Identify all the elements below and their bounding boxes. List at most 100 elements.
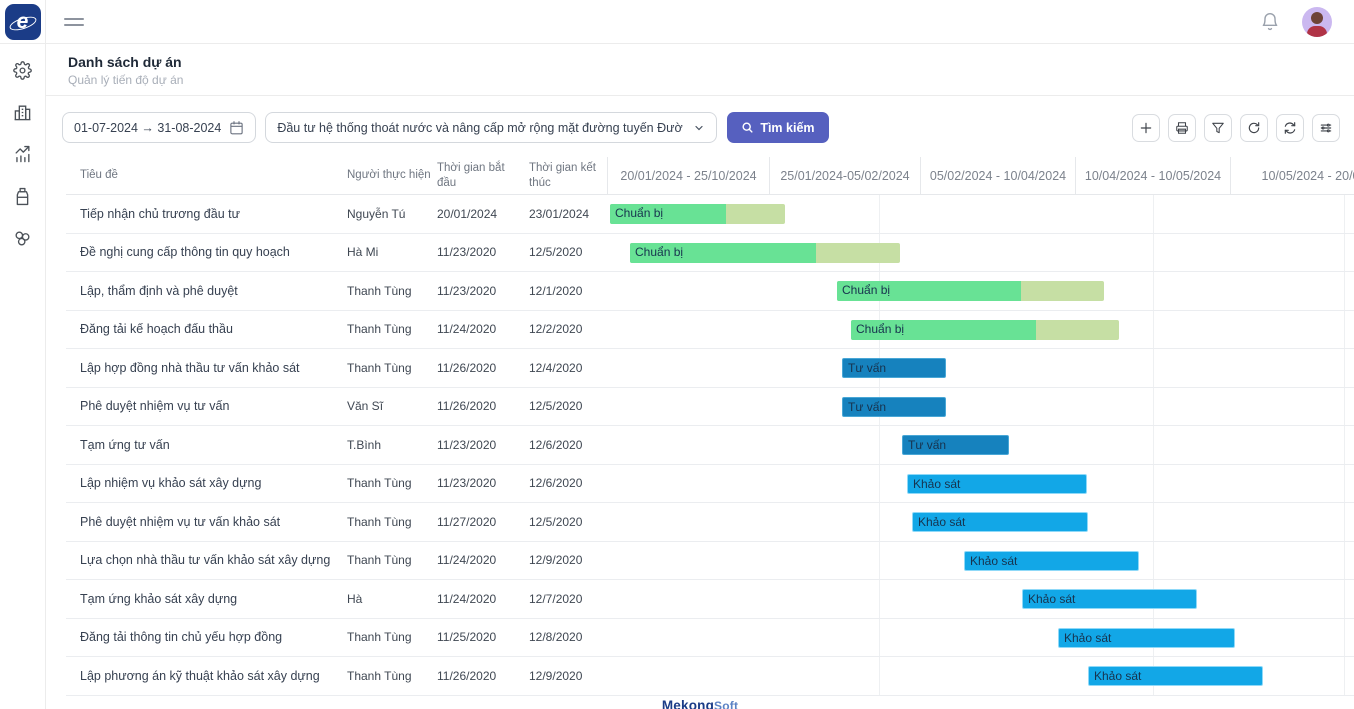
task-title: Lập phương án kỹ thuật khảo sát xây dựng bbox=[66, 657, 347, 695]
gantt-row-cell: Chuẩn bị bbox=[607, 234, 1354, 272]
settings-gear-icon[interactable] bbox=[13, 60, 33, 80]
task-title: Lập nhiệm vụ khảo sát xây dựng bbox=[66, 465, 347, 503]
table-row[interactable]: Tạm ứng khảo sát xây dựng Hà 11/24/2020 … bbox=[66, 580, 1354, 619]
gantt-bar-label: Tư vấn bbox=[848, 359, 886, 378]
gantt-bar-label: Khảo sát bbox=[918, 513, 965, 532]
gantt-table: Tiêu đề Người thực hiện Thời gian bắt đầ… bbox=[66, 157, 1354, 696]
gantt-row-cell: Khảo sát bbox=[607, 580, 1354, 618]
gantt-row-cell: Khảo sát bbox=[607, 657, 1354, 695]
table-row[interactable]: Lập phương án kỹ thuật khảo sát xây dựng… bbox=[66, 657, 1354, 696]
task-title: Lập, thẩm định và phê duyệt bbox=[66, 272, 347, 310]
task-title: Tạm ứng tư vấn bbox=[66, 426, 347, 464]
task-start-date: 11/24/2020 bbox=[437, 542, 529, 580]
gantt-bar[interactable]: Chuẩn bị bbox=[837, 281, 1104, 301]
gantt-bar[interactable]: Khảo sát bbox=[1022, 589, 1197, 609]
table-row[interactable]: Lựa chọn nhà thầu tư vấn khảo sát xây dự… bbox=[66, 542, 1354, 581]
task-title: Tiếp nhận chủ trương đầu tư bbox=[66, 195, 347, 233]
analytics-trend-icon[interactable] bbox=[13, 144, 33, 164]
task-title: Phê duyệt nhiệm vụ tư vấn bbox=[66, 388, 347, 426]
column-header-end[interactable]: Thời gian kết thúc bbox=[529, 157, 607, 194]
gantt-bar[interactable]: Chuẩn bị bbox=[630, 243, 900, 263]
search-icon bbox=[741, 121, 754, 134]
task-start-date: 11/23/2020 bbox=[437, 465, 529, 503]
gantt-row-cell: Chuẩn bị bbox=[607, 311, 1354, 349]
print-button[interactable] bbox=[1168, 114, 1196, 142]
gantt-bar[interactable]: Tư vấn bbox=[842, 397, 946, 417]
table-row[interactable]: Đăng tải kế hoạch đấu thầu Thanh Tùng 11… bbox=[66, 311, 1354, 350]
gantt-row-cell: Khảo sát bbox=[607, 503, 1354, 541]
task-end-date: 12/9/2020 bbox=[529, 542, 607, 580]
timeline-header: 20/01/2024 - 25/10/202425/01/2024-05/02/… bbox=[607, 157, 1354, 194]
column-header-title[interactable]: Tiêu đề bbox=[66, 157, 347, 194]
filter-funnel-button[interactable] bbox=[1204, 114, 1232, 142]
column-header-assignee[interactable]: Người thực hiện bbox=[347, 157, 437, 194]
task-end-date: 12/9/2020 bbox=[529, 657, 607, 695]
task-end-date: 12/4/2020 bbox=[529, 349, 607, 387]
menu-toggle-icon[interactable] bbox=[64, 14, 84, 30]
gantt-bar-label: Chuẩn bị bbox=[615, 204, 663, 223]
gantt-bar-label: Chuẩn bị bbox=[635, 243, 683, 262]
app-logo[interactable]: e bbox=[0, 0, 46, 44]
gantt-bar[interactable]: Khảo sát bbox=[912, 512, 1088, 532]
refresh-button[interactable] bbox=[1240, 114, 1268, 142]
task-start-date: 11/23/2020 bbox=[437, 426, 529, 464]
task-end-date: 12/5/2020 bbox=[529, 388, 607, 426]
task-end-date: 12/7/2020 bbox=[529, 580, 607, 618]
table-row[interactable]: Phê duyệt nhiệm vụ tư vấn khảo sát Thanh… bbox=[66, 503, 1354, 542]
topbar: e bbox=[0, 0, 1354, 44]
gantt-bar[interactable]: Chuẩn bị bbox=[851, 320, 1119, 340]
add-button[interactable] bbox=[1132, 114, 1160, 142]
gantt-bar[interactable]: Chuẩn bị bbox=[610, 204, 785, 224]
task-title: Tạm ứng khảo sát xây dựng bbox=[66, 580, 347, 618]
task-title: Đề nghị cung cấp thông tin quy hoạch bbox=[66, 234, 347, 272]
task-assignee: Thanh Tùng bbox=[347, 349, 437, 387]
inventory-jar-icon[interactable] bbox=[13, 186, 33, 206]
date-range-input[interactable]: 01-07-2024 → 31-08-2024 bbox=[62, 112, 256, 143]
mekongsoft-logo-icon: e bbox=[5, 4, 41, 40]
table-header-row: Tiêu đề Người thực hiện Thời gian bắt đầ… bbox=[66, 157, 1354, 195]
task-start-date: 11/25/2020 bbox=[437, 619, 529, 657]
task-title: Lập hợp đồng nhà thầu tư vấn khảo sát bbox=[66, 349, 347, 387]
table-row[interactable]: Phê duyệt nhiệm vụ tư vấn Văn Sĩ 11/26/2… bbox=[66, 388, 1354, 427]
task-end-date: 12/8/2020 bbox=[529, 619, 607, 657]
gantt-bar[interactable]: Khảo sát bbox=[964, 551, 1139, 571]
calendar-icon bbox=[229, 120, 244, 135]
gantt-row-cell: Tư vấn bbox=[607, 426, 1354, 464]
table-row[interactable]: Lập nhiệm vụ khảo sát xây dựng Thanh Tùn… bbox=[66, 465, 1354, 504]
sync-button[interactable] bbox=[1276, 114, 1304, 142]
table-row[interactable]: Tạm ứng tư vấn T.Bình 11/23/2020 12/6/20… bbox=[66, 426, 1354, 465]
task-end-date: 23/01/2024 bbox=[529, 195, 607, 233]
search-button[interactable]: Tìm kiếm bbox=[727, 112, 828, 143]
task-end-date: 12/5/2020 bbox=[529, 234, 607, 272]
user-avatar[interactable] bbox=[1302, 7, 1332, 37]
task-end-date: 12/6/2020 bbox=[529, 426, 607, 464]
table-row[interactable]: Đề nghị cung cấp thông tin quy hoạch Hà … bbox=[66, 234, 1354, 273]
task-assignee: Thanh Tùng bbox=[347, 542, 437, 580]
group-circles-icon[interactable] bbox=[13, 228, 33, 248]
gantt-bar[interactable]: Khảo sát bbox=[1058, 628, 1235, 648]
table-row[interactable]: Lập hợp đồng nhà thầu tư vấn khảo sát Th… bbox=[66, 349, 1354, 388]
table-row[interactable]: Tiếp nhận chủ trương đầu tư Nguyễn Tú 20… bbox=[66, 195, 1354, 234]
task-start-date: 11/26/2020 bbox=[437, 349, 529, 387]
table-body: Tiếp nhận chủ trương đầu tư Nguyễn Tú 20… bbox=[66, 195, 1354, 696]
company-buildings-icon[interactable] bbox=[13, 102, 33, 122]
gantt-bar-label: Tư vấn bbox=[848, 398, 886, 417]
gantt-row-cell: Khảo sát bbox=[607, 619, 1354, 657]
gantt-row-cell: Khảo sát bbox=[607, 542, 1354, 580]
task-assignee: Hà bbox=[347, 580, 437, 618]
table-row[interactable]: Lập, thẩm định và phê duyệt Thanh Tùng 1… bbox=[66, 272, 1354, 311]
page-header: Danh sách dự án Quản lý tiến độ dự án bbox=[46, 44, 1354, 96]
column-settings-button[interactable] bbox=[1312, 114, 1340, 142]
gantt-bar[interactable]: Tư vấn bbox=[902, 435, 1009, 455]
notifications-bell-icon[interactable] bbox=[1260, 12, 1280, 32]
gantt-bar[interactable]: Khảo sát bbox=[1088, 666, 1263, 686]
task-assignee: Thanh Tùng bbox=[347, 619, 437, 657]
task-title: Phê duyệt nhiệm vụ tư vấn khảo sát bbox=[66, 503, 347, 541]
gantt-bar-label: Khảo sát bbox=[1094, 667, 1141, 686]
gantt-bar[interactable]: Tư vấn bbox=[842, 358, 946, 378]
table-row[interactable]: Đăng tải thông tin chủ yếu hợp đồng Than… bbox=[66, 619, 1354, 658]
task-assignee: Văn Sĩ bbox=[347, 388, 437, 426]
column-header-start[interactable]: Thời gian bắt đầu bbox=[437, 157, 529, 194]
project-select[interactable]: Đầu tư hệ thống thoát nước và nâng cấp m… bbox=[265, 112, 717, 143]
gantt-bar[interactable]: Khảo sát bbox=[907, 474, 1087, 494]
